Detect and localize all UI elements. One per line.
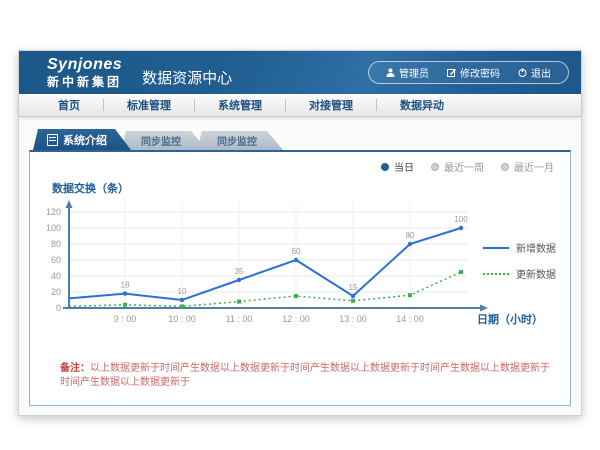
- legend-line-sample: [483, 247, 509, 249]
- svg-text:20: 20: [51, 287, 61, 297]
- svg-text:80: 80: [406, 231, 415, 240]
- company-logo: Synjones 新中新集团: [47, 57, 122, 88]
- svg-text:14 : 00: 14 : 00: [396, 314, 424, 324]
- footnote: 备注：以上数据更新于时间产生数据以上数据更新于时间产生数据以上数据更新于时间产生…: [60, 362, 570, 390]
- user-menu-label: 修改密码: [460, 65, 500, 80]
- range-option-today[interactable]: 当日: [381, 159, 414, 174]
- svg-text:日期（小时）: 日期（小时）: [477, 312, 543, 326]
- user-menu-change-password[interactable]: 修改密码: [438, 65, 509, 80]
- logo-text-cn: 新中新集团: [47, 76, 122, 88]
- svg-text:35: 35: [235, 267, 244, 276]
- svg-text:60: 60: [51, 255, 61, 265]
- user-menu-logout[interactable]: 退出: [509, 65, 560, 80]
- svg-text:15: 15: [349, 283, 358, 292]
- nav-item-interface-mgmt[interactable]: 对接管理: [286, 97, 376, 113]
- logo-text-en: Synjones: [47, 57, 122, 73]
- app-window: Synjones 新中新集团 数据资源中心 管理员 修改密码 退出: [18, 50, 582, 416]
- svg-text:120: 120: [46, 207, 61, 217]
- nav-item-standard-mgmt[interactable]: 标准管理: [104, 97, 194, 113]
- app-header: Synjones 新中新集团 数据资源中心 管理员 修改密码 退出: [19, 51, 581, 94]
- document-icon: [47, 134, 58, 146]
- range-option-last-month[interactable]: 最近一月: [501, 159, 554, 174]
- nav-item-data-change[interactable]: 数据异动: [377, 97, 467, 113]
- range-option-label: 最近一周: [444, 159, 484, 174]
- logout-icon: [518, 68, 527, 77]
- legend-label: 新增数据: [516, 240, 556, 255]
- tab-bar: 系统介绍 同步监控 同步监控: [33, 129, 581, 150]
- nav-item-home[interactable]: 首页: [35, 97, 103, 113]
- legend-line-sample: [483, 273, 509, 275]
- svg-text:60: 60: [292, 247, 301, 256]
- edit-icon: [447, 68, 456, 77]
- svg-text:10 : 00: 10 : 00: [168, 314, 196, 324]
- legend-item-new-data[interactable]: 新增数据: [483, 240, 556, 255]
- svg-text:100: 100: [454, 215, 468, 224]
- svg-text:80: 80: [51, 239, 61, 249]
- tab-label: 同步监控: [217, 133, 257, 148]
- main-nav: 首页 标准管理 系统管理 对接管理 数据异动: [19, 94, 581, 117]
- footnote-label: 备注：: [60, 363, 90, 374]
- tab-sync-monitor-1[interactable]: 同步监控: [121, 131, 207, 150]
- y-axis-title: 数据交换（条）: [52, 180, 129, 196]
- tab-sync-monitor-2[interactable]: 同步监控: [197, 131, 283, 150]
- range-option-last-week[interactable]: 最近一周: [431, 159, 484, 174]
- svg-text:100: 100: [46, 223, 61, 233]
- svg-text:10: 10: [178, 287, 187, 296]
- chart-panel: 当日 最近一周 最近一月 数据交换（条） 0 20 40 60 80 100 120 9 : …: [29, 150, 571, 406]
- radio-unselected-icon: [501, 163, 509, 171]
- svg-text:9 : 00: 9 : 00: [114, 314, 137, 324]
- svg-text:18: 18: [121, 281, 130, 290]
- chart-legend: 新增数据 更新数据: [483, 240, 556, 281]
- user-menu: 管理员 修改密码 退出: [368, 61, 569, 84]
- footnote-text: 以上数据更新于时间产生数据以上数据更新于时间产生数据以上数据更新于时间产生数据以…: [60, 363, 550, 388]
- svg-text:12 : 00: 12 : 00: [282, 314, 310, 324]
- svg-text:13 : 00: 13 : 00: [339, 314, 367, 324]
- page-title: 数据资源中心: [142, 67, 232, 88]
- svg-text:40: 40: [51, 271, 61, 281]
- tab-system-intro[interactable]: 系统介绍: [33, 129, 131, 150]
- range-option-label: 最近一月: [514, 159, 554, 174]
- user-icon: [386, 68, 395, 77]
- user-menu-admin[interactable]: 管理员: [377, 65, 438, 80]
- radio-unselected-icon: [431, 163, 439, 171]
- content-area: 系统介绍 同步监控 同步监控 当日 最近一周: [19, 117, 581, 406]
- legend-label: 更新数据: [516, 266, 556, 281]
- user-menu-label: 退出: [531, 65, 551, 80]
- svg-text:0: 0: [56, 303, 61, 313]
- radio-selected-icon: [381, 163, 389, 171]
- tab-label: 同步监控: [141, 133, 181, 148]
- time-range-options: 当日 最近一周 最近一月: [381, 159, 554, 174]
- legend-item-updated-data[interactable]: 更新数据: [483, 266, 556, 281]
- user-menu-label: 管理员: [399, 65, 429, 80]
- tab-label: 系统介绍: [63, 132, 107, 148]
- nav-item-system-mgmt[interactable]: 系统管理: [195, 97, 285, 113]
- svg-text:11 : 00: 11 : 00: [226, 314, 253, 324]
- range-option-label: 当日: [394, 159, 414, 174]
